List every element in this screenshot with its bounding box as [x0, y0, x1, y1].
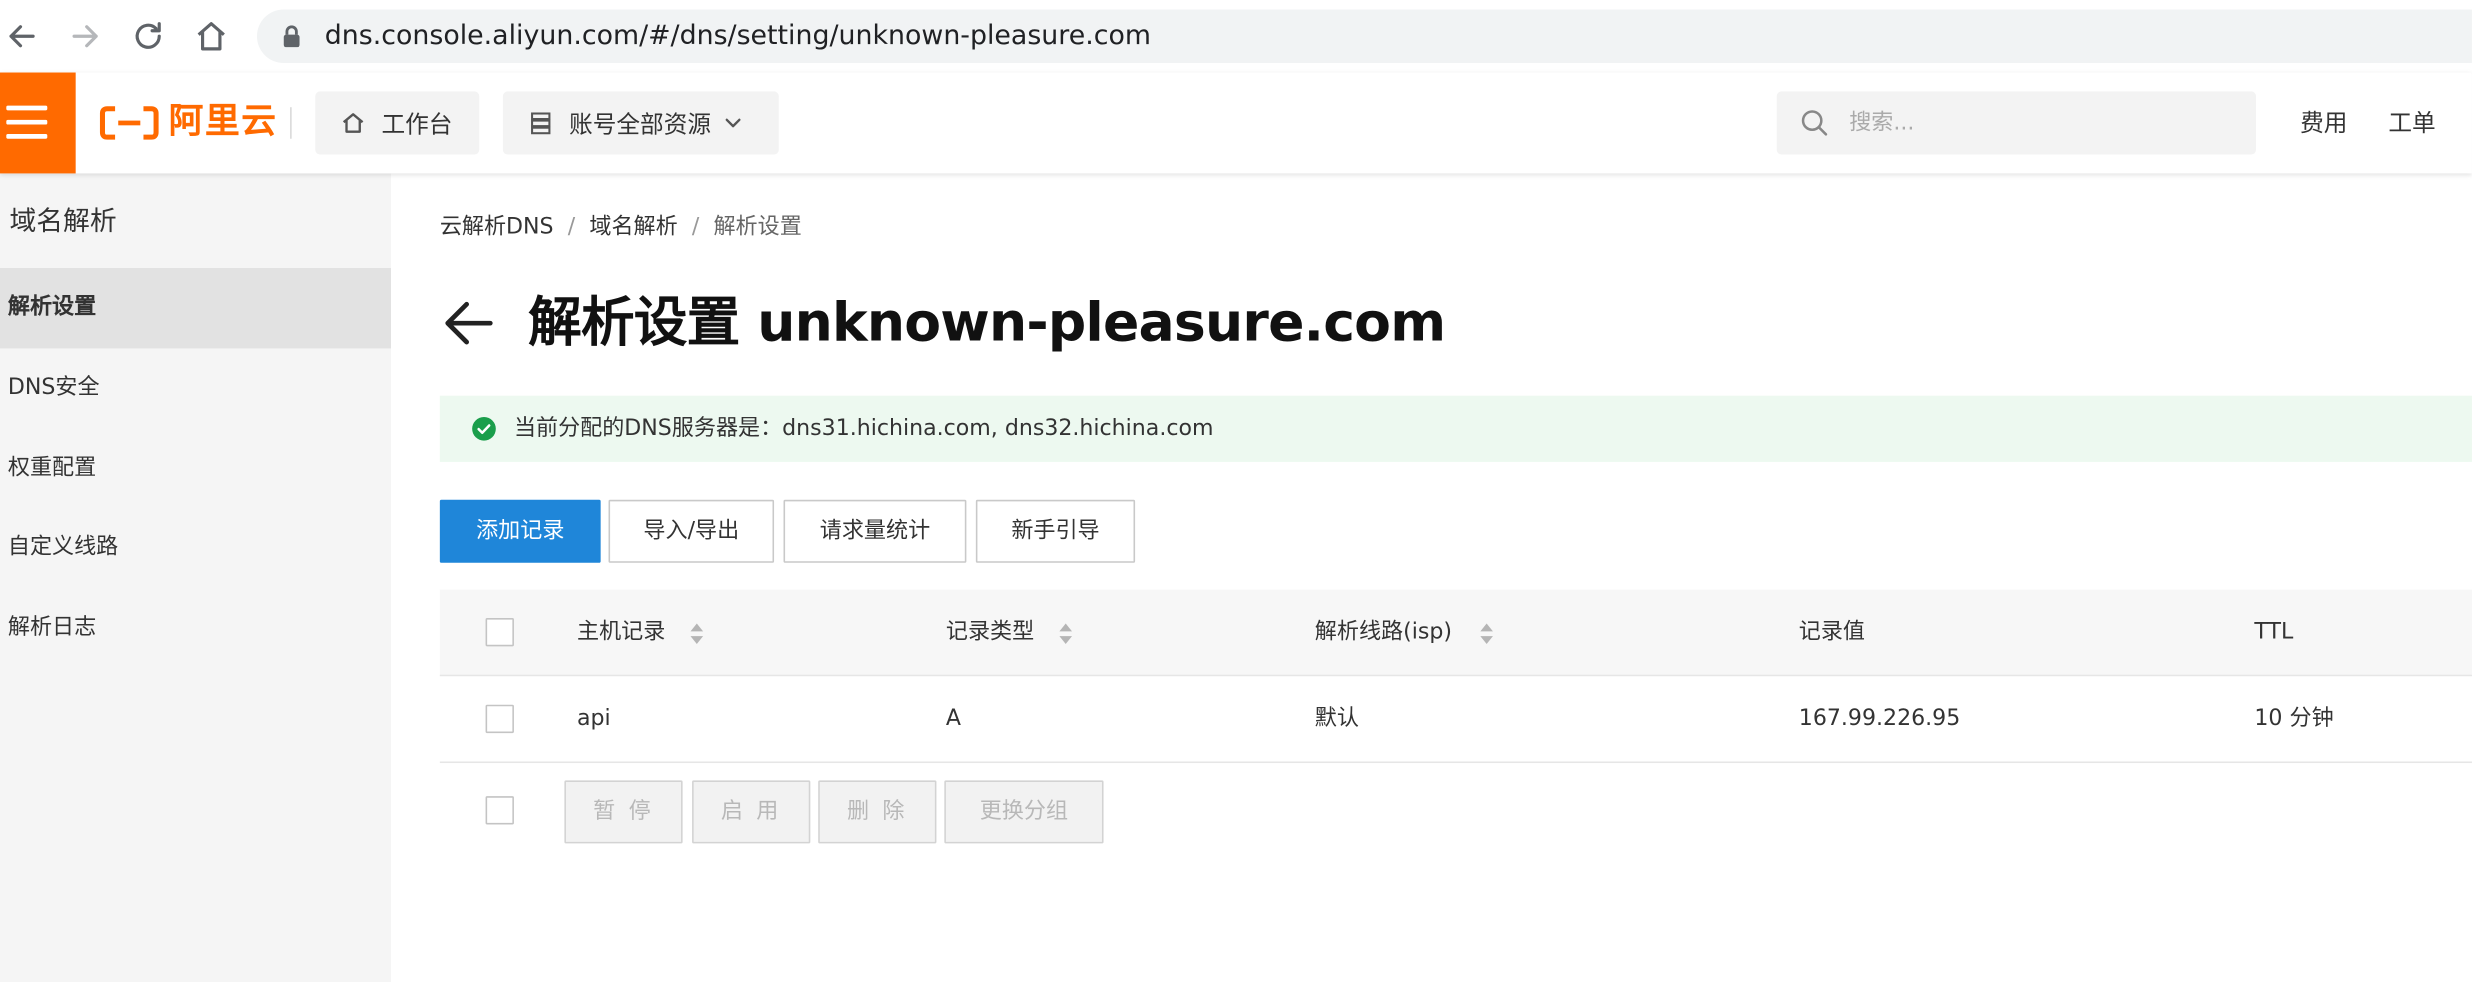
lock-icon: [283, 25, 300, 48]
search-input[interactable]: 搜索...: [1776, 91, 2256, 155]
workbench-label: 工作台: [381, 109, 453, 138]
row-checkbox[interactable]: [485, 704, 514, 734]
pause-button[interactable]: 暂 停: [564, 780, 683, 844]
breadcrumb-separator: /: [691, 214, 700, 240]
change-group-button[interactable]: 更换分组: [944, 780, 1104, 844]
column-header-line[interactable]: 解析线路(isp): [1315, 616, 1452, 648]
chevron-down-icon: [725, 118, 741, 128]
back-arrow-icon[interactable]: [443, 300, 493, 347]
search-icon: [1801, 110, 1828, 136]
cell-type: A: [945, 706, 961, 732]
sort-icon[interactable]: [1058, 621, 1074, 646]
table-header: 主机记录 记录类型 解析线路(isp) 记录值 TTL: [439, 589, 2472, 677]
page-title: 解析设置 unknown-pleasure.com: [528, 291, 1446, 355]
notice-text: 当前分配的DNS服务器是：dns31.hichina.com, dns32.hi…: [513, 416, 1214, 442]
column-header-type[interactable]: 记录类型: [946, 616, 1034, 648]
database-icon: [531, 112, 551, 135]
guide-button[interactable]: 新手引导: [975, 499, 1136, 563]
cell-value: 167.99.226.95: [1798, 706, 1961, 732]
check-circle-icon: [472, 416, 496, 441]
page-stage: dns.console.aliyun.com/#/dns/setting/unk…: [0, 0, 2472, 982]
breadcrumb-separator: /: [567, 214, 576, 240]
search-placeholder: 搜索...: [1849, 110, 1915, 136]
resources-dropdown[interactable]: 账号全部资源: [502, 91, 779, 155]
cell-host[interactable]: api: [577, 703, 611, 735]
console-header: 阿里云 工作台 账号全部资源 搜索... 费用 工单: [0, 72, 2472, 174]
breadcrumb-item[interactable]: 云解析DNS: [440, 214, 554, 239]
table-row: api A 默认 167.99.226.95 10 分钟: [439, 676, 2472, 764]
cell-ttl: 10 分钟: [2254, 706, 2334, 732]
sidebar-item-dns-security[interactable]: DNS安全: [0, 348, 391, 428]
url-text: dns.console.aliyun.com/#/dns/setting/unk…: [324, 20, 1151, 53]
home-icon: [342, 113, 364, 133]
sort-icon[interactable]: [1479, 621, 1495, 646]
request-stats-button[interactable]: 请求量统计: [783, 499, 967, 563]
breadcrumb-item[interactable]: 域名解析: [589, 214, 677, 239]
import-export-button[interactable]: 导入/导出: [608, 499, 775, 563]
home-icon[interactable]: [192, 17, 230, 55]
bulk-select-checkbox[interactable]: [485, 796, 514, 825]
divider: [290, 107, 292, 139]
menu-icon[interactable]: [0, 72, 76, 174]
select-all-checkbox[interactable]: [485, 617, 514, 647]
forward-icon[interactable]: [66, 17, 104, 55]
sidebar: 域名解析 解析设置 DNS安全 权重配置 自定义线路 解析日志: [0, 173, 391, 982]
add-record-button[interactable]: 添加记录: [439, 499, 601, 563]
address-bar[interactable]: dns.console.aliyun.com/#/dns/setting/unk…: [256, 9, 2472, 64]
back-icon[interactable]: [3, 17, 41, 55]
sort-icon[interactable]: [689, 621, 705, 646]
browser-toolbar: dns.console.aliyun.com/#/dns/setting/unk…: [0, 0, 2472, 75]
billing-link[interactable]: 费用: [2300, 107, 2347, 139]
delete-button[interactable]: 删 除: [818, 780, 937, 844]
breadcrumb: 云解析DNS / 域名解析 / 解析设置: [440, 211, 802, 243]
resources-label: 账号全部资源: [569, 109, 712, 138]
sidebar-item-weight-config[interactable]: 权重配置: [0, 429, 391, 509]
column-header-ttl: TTL: [2254, 619, 2294, 645]
sidebar-title: 域名解析: [9, 206, 117, 239]
logo-text: 阿里云: [168, 102, 278, 142]
breadcrumb-current: 解析设置: [713, 214, 802, 240]
sidebar-item-dns-settings[interactable]: 解析设置: [0, 268, 391, 349]
reload-icon[interactable]: [129, 17, 167, 55]
aliyun-logo-icon: [99, 106, 159, 140]
ticket-link[interactable]: 工单: [2388, 107, 2435, 139]
aliyun-logo[interactable]: 阿里云: [99, 102, 277, 143]
workbench-button[interactable]: 工作台: [315, 91, 480, 155]
dns-server-notice: 当前分配的DNS服务器是：dns31.hichina.com, dns32.hi…: [439, 395, 2472, 462]
enable-button[interactable]: 启 用: [692, 780, 811, 844]
sidebar-item-dns-logs[interactable]: 解析日志: [0, 588, 391, 668]
cell-line: 默认: [1314, 706, 1359, 732]
sidebar-item-custom-lines[interactable]: 自定义线路: [0, 508, 391, 588]
column-header-host[interactable]: 主机记录: [577, 616, 665, 648]
column-header-value: 记录值: [1798, 619, 1865, 645]
